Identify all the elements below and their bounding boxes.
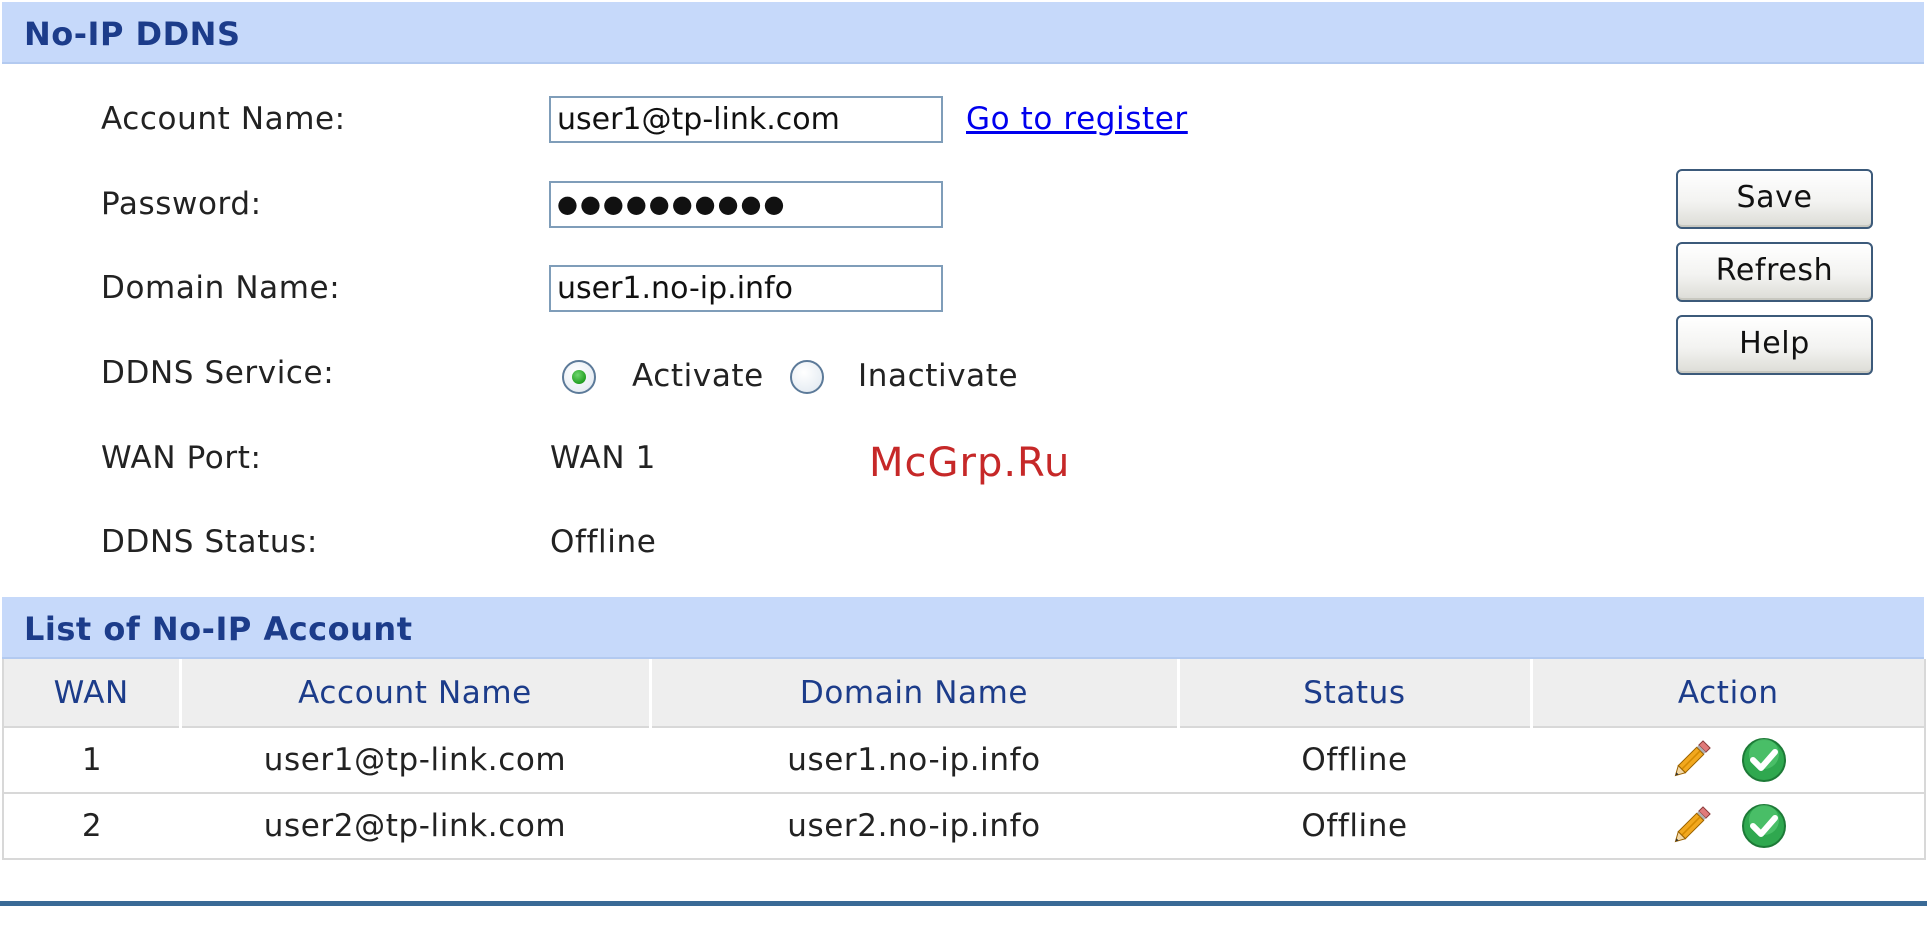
ddns-settings-page: No-IP DDNS Account Name: user1@tp-link.c… bbox=[0, 0, 1927, 926]
account-name-input[interactable]: user1@tp-link.com bbox=[549, 96, 943, 143]
cell-action bbox=[1531, 727, 1925, 794]
cell-status: Offline bbox=[1178, 793, 1531, 860]
wan-port-label: WAN Port: bbox=[101, 440, 262, 476]
cell-account-name: user2@tp-link.com bbox=[180, 793, 650, 860]
cell-account-name: user1@tp-link.com bbox=[180, 727, 650, 794]
password-input[interactable]: ●●●●●●●●●● bbox=[549, 181, 943, 228]
ddns-status-label: DDNS Status: bbox=[101, 524, 318, 560]
radio-selected-dot bbox=[572, 370, 586, 384]
table-row: 1 user1@tp-link.com user1.no-ip.info Off… bbox=[3, 727, 1925, 794]
domain-name-input[interactable]: user1.no-ip.info bbox=[549, 265, 943, 312]
cell-wan: 1 bbox=[3, 727, 180, 794]
column-header-status: Status bbox=[1178, 659, 1533, 728]
cell-domain-name: user2.no-ip.info bbox=[650, 793, 1178, 860]
cell-status: Offline bbox=[1178, 727, 1531, 794]
ddns-service-label: DDNS Service: bbox=[101, 355, 335, 391]
account-name-label: Account Name: bbox=[101, 101, 346, 137]
save-button[interactable]: Save bbox=[1676, 169, 1873, 229]
inactivate-radio-label[interactable]: Inactivate bbox=[858, 358, 1018, 394]
table-row: 2 user2@tp-link.com user2.no-ip.info Off… bbox=[3, 793, 1925, 860]
column-header-account-name: Account Name bbox=[180, 659, 652, 728]
pencil-icon[interactable] bbox=[1667, 736, 1715, 784]
table-header-row: WAN Account Name Domain Name Status Acti… bbox=[3, 659, 1925, 728]
check-circle-icon[interactable] bbox=[1740, 736, 1788, 784]
wan-port-value: WAN 1 bbox=[550, 440, 656, 476]
section-header-no-ip-ddns: No-IP DDNS bbox=[2, 2, 1924, 64]
column-header-action: Action bbox=[1531, 659, 1925, 728]
watermark-text: McGrp.Ru bbox=[869, 440, 1071, 486]
password-label: Password: bbox=[101, 186, 262, 222]
column-header-wan: WAN bbox=[3, 659, 182, 728]
cell-wan: 2 bbox=[3, 793, 180, 860]
activate-radio[interactable] bbox=[562, 360, 596, 394]
refresh-button[interactable]: Refresh bbox=[1676, 242, 1873, 302]
cell-domain-name: user1.no-ip.info bbox=[650, 727, 1178, 794]
help-button[interactable]: Help bbox=[1676, 315, 1873, 375]
section-title: No-IP DDNS bbox=[24, 15, 241, 53]
account-table: WAN Account Name Domain Name Status Acti… bbox=[2, 659, 1926, 860]
bottom-divider bbox=[0, 901, 1927, 906]
go-to-register-link[interactable]: Go to register bbox=[966, 101, 1188, 137]
check-circle-icon[interactable] bbox=[1740, 802, 1788, 850]
section-title: List of No-IP Account bbox=[24, 610, 413, 648]
column-header-domain-name: Domain Name bbox=[650, 659, 1180, 728]
activate-radio-label[interactable]: Activate bbox=[632, 358, 764, 394]
inactivate-radio[interactable] bbox=[790, 360, 824, 394]
cell-action bbox=[1531, 793, 1925, 860]
ddns-status-value: Offline bbox=[550, 524, 657, 560]
pencil-icon[interactable] bbox=[1667, 802, 1715, 850]
domain-name-label: Domain Name: bbox=[101, 270, 341, 306]
section-header-account-list: List of No-IP Account bbox=[2, 597, 1924, 659]
